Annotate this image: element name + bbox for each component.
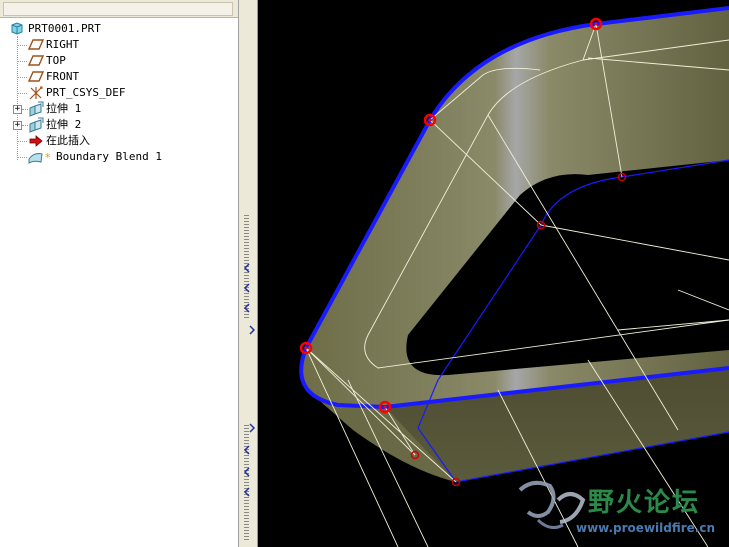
model-tree-panel: PRT0001.PRT RIGHT TOP FRONT PRT_CSYS_DEF… <box>0 0 239 547</box>
collapse-left-icon[interactable] <box>243 462 251 477</box>
tree-connector <box>17 157 27 158</box>
watermark-url: www.proewildfire.cn <box>576 521 716 535</box>
tree-connector <box>17 61 27 62</box>
panel-splitter[interactable] <box>239 0 258 547</box>
watermark-logo-icon <box>518 480 586 530</box>
expand-right-icon[interactable] <box>248 418 256 433</box>
tree-item-label: 拉伸 1 <box>46 102 82 115</box>
tree-item-label: TOP <box>46 54 66 67</box>
tree-connector <box>17 45 27 46</box>
expand-toggle[interactable]: + <box>13 121 22 130</box>
tree-item-label: 拉伸 2 <box>46 118 82 131</box>
svg-text:*: * <box>45 151 51 164</box>
model-tree-header <box>0 0 238 18</box>
tree-item-label: 在此插入 <box>46 134 90 147</box>
insert-here-arrow-icon <box>28 133 44 149</box>
tree-item-label: FRONT <box>46 70 80 83</box>
collapse-left-icon[interactable] <box>243 440 251 455</box>
tree-item-label: Boundary Blend 1 <box>56 150 162 163</box>
datum-plane-icon <box>27 69 45 85</box>
watermark-title: 野火论坛 <box>588 488 701 518</box>
tree-connector <box>17 141 27 142</box>
coordinate-system-icon <box>28 85 44 101</box>
collapse-left-icon[interactable] <box>243 258 251 273</box>
part-icon <box>10 21 26 37</box>
collapse-left-icon[interactable] <box>243 482 251 497</box>
tree-connector <box>17 93 27 94</box>
tree-connector <box>17 77 27 78</box>
collapse-left-icon[interactable] <box>243 278 251 293</box>
expand-toggle[interactable]: + <box>13 105 22 114</box>
tree-item-label: RIGHT <box>46 38 80 51</box>
collapse-left-icon[interactable] <box>243 298 251 313</box>
graphics-viewport[interactable]: 野火论坛 www.proewildfire.cn <box>258 0 729 547</box>
tree-item-label: PRT_CSYS_DEF <box>46 86 126 99</box>
expand-right-icon[interactable] <box>248 320 256 335</box>
datum-plane-icon <box>27 53 45 69</box>
boundary-blend-icon: * <box>28 149 51 165</box>
model-tree-header-bar[interactable] <box>3 2 233 16</box>
tree-item-label: PRT0001.PRT <box>28 22 101 35</box>
model-graphics <box>299 6 729 547</box>
extrude-icon <box>28 117 44 133</box>
extrude-icon <box>28 101 44 117</box>
datum-plane-icon <box>27 37 45 53</box>
